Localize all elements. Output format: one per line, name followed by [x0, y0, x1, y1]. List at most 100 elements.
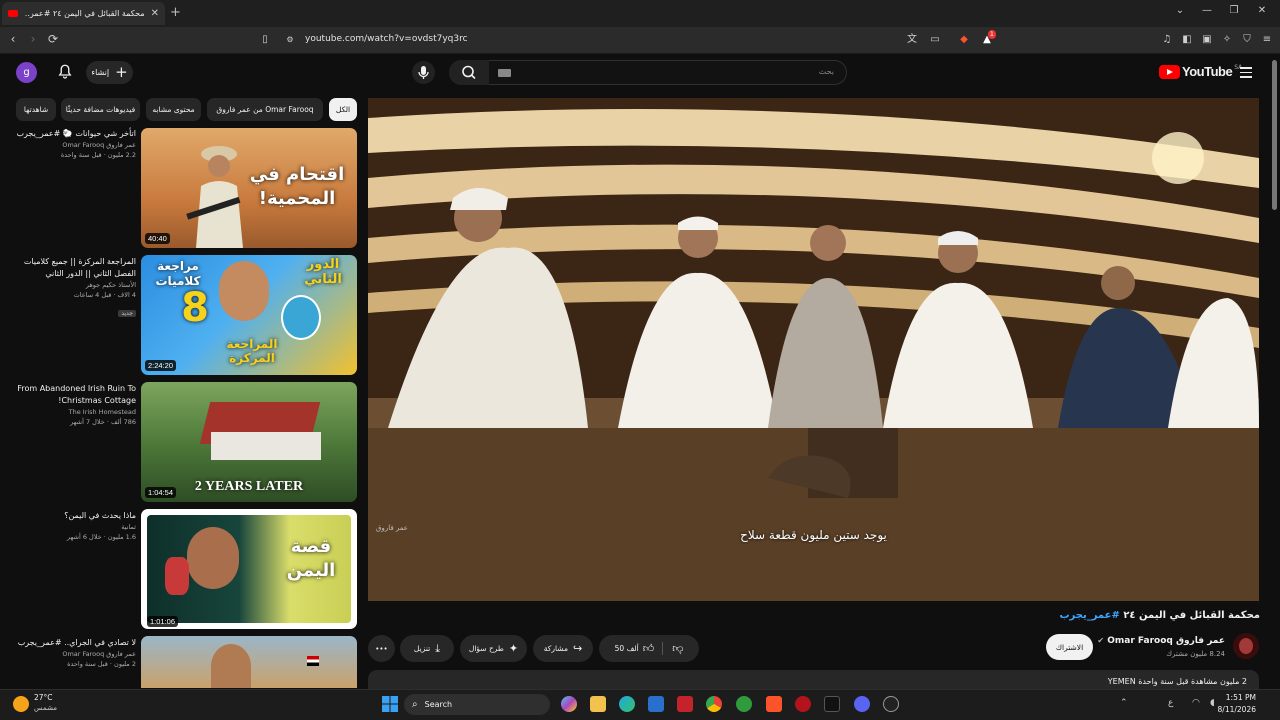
- thumbs-up-icon: 👍︎: [642, 642, 655, 655]
- clock-date[interactable]: 8/11/2026: [1218, 705, 1256, 714]
- tab-search-icon[interactable]: ⌄: [1170, 5, 1190, 16]
- sun-weather-icon[interactable]: [13, 696, 29, 712]
- rec-meta[interactable]: From Abandoned Irish Ruin To Christmas C…: [8, 383, 136, 427]
- rec-channel[interactable]: عمر فاروق Omar Farooq: [8, 649, 136, 659]
- youtube-logo[interactable]: YouTube SA: [1159, 64, 1242, 79]
- restore-icon[interactable]: ❐: [1224, 5, 1244, 16]
- cast-icon[interactable]: ▭: [928, 33, 942, 47]
- rec-meta[interactable]: ماذا يحدث في اليمن؟ ثمانية 1.6 مليون · خ…: [8, 510, 136, 542]
- minimize-icon[interactable]: —: [1197, 5, 1217, 16]
- chip-from-channel[interactable]: من عمر فاروق Omar Farooq: [207, 98, 323, 121]
- back-icon[interactable]: ‹: [5, 32, 21, 46]
- brave-shield-icon[interactable]: ◆: [957, 33, 971, 47]
- bookmark-icon[interactable]: ▯: [258, 33, 272, 47]
- chrome-icon[interactable]: [706, 696, 722, 712]
- clock-time[interactable]: 1:51 PM: [1226, 693, 1256, 702]
- like-count: 50 ألف: [614, 644, 639, 653]
- download-button[interactable]: تنزيل ⤓: [400, 635, 454, 662]
- search-input[interactable]: بحث: [449, 60, 847, 85]
- ask-button[interactable]: طرح سؤال ✦: [460, 635, 527, 662]
- brave-icon[interactable]: [766, 696, 782, 712]
- show-hidden-icons-icon[interactable]: ⌃: [1120, 698, 1128, 708]
- rec-title[interactable]: From Abandoned Irish Ruin To Christmas C…: [8, 383, 136, 407]
- channel-avatar[interactable]: [1233, 633, 1259, 659]
- chip-all[interactable]: الكل: [329, 98, 357, 121]
- share-button[interactable]: مشاركة ↪: [533, 635, 593, 662]
- discord-icon[interactable]: [854, 696, 870, 712]
- edge-icon[interactable]: [619, 696, 635, 712]
- brave-rewards-icon[interactable]: ▲ 1: [980, 30, 996, 47]
- windows-start-icon[interactable]: [382, 696, 398, 712]
- volume-icon[interactable]: ◖: [1210, 698, 1215, 708]
- file-explorer-icon[interactable]: [590, 696, 606, 712]
- forward-icon[interactable]: ›: [25, 32, 41, 46]
- chip-related[interactable]: محتوى مشابه: [146, 98, 201, 121]
- rec-title[interactable]: اتأخر شي حيوانات 🐑 #عمر_يجرب: [8, 128, 136, 140]
- language-icon[interactable]: ع: [1168, 698, 1173, 708]
- weather-temperature[interactable]: 27°C: [34, 693, 53, 702]
- notifications-bell-icon[interactable]: [56, 63, 74, 81]
- rec-meta[interactable]: اتأخر شي حيوانات 🐑 #عمر_يجرب عمر فاروق O…: [8, 128, 136, 160]
- translate-icon[interactable]: 文: [905, 33, 919, 47]
- taskbar-search[interactable]: ⌕ Search: [404, 694, 550, 715]
- rec-meta[interactable]: لا تصادي في الجراي.. #عمر_يجرب عمر فاروق…: [8, 637, 136, 669]
- rec-thumbnail[interactable]: قصة اليمن 1:01:06: [141, 509, 357, 629]
- rec-thumbnail[interactable]: 2 YEARS LATER 1:04:54: [141, 382, 357, 502]
- video-player[interactable]: عمر فاروق يوجد ستين مليون قطعة سلاح: [368, 98, 1259, 601]
- account-avatar[interactable]: g: [16, 62, 37, 83]
- rec-title[interactable]: لا تصادي في الجراي.. #عمر_يجرب: [8, 637, 136, 649]
- guide-menu-icon[interactable]: [1240, 67, 1252, 81]
- dislike-button[interactable]: 👎︎: [668, 642, 683, 655]
- rec-thumbnail[interactable]: [141, 636, 357, 688]
- app-icon[interactable]: [795, 696, 811, 712]
- voice-search-icon[interactable]: [412, 61, 435, 84]
- taskbar-search-label: Search: [424, 700, 453, 709]
- create-button[interactable]: إنشاء +: [86, 61, 133, 84]
- sidebar-icon[interactable]: ◧: [1180, 33, 1194, 47]
- url-field[interactable]: youtube.com/watch?v=ovdst7yq3rc: [305, 34, 468, 44]
- keyboard-icon[interactable]: [498, 69, 511, 77]
- page-scrollbar[interactable]: [1272, 60, 1277, 210]
- rec-channel[interactable]: The Irish Homestead: [8, 407, 136, 417]
- new-tab-icon[interactable]: +: [170, 5, 181, 20]
- more-actions-button[interactable]: •••: [368, 635, 395, 662]
- search-button[interactable]: [449, 60, 489, 85]
- reload-icon[interactable]: ⟳: [45, 32, 61, 46]
- xbox-icon[interactable]: [736, 696, 752, 712]
- channel-name-text[interactable]: عمر فاروق Omar Farooq: [1107, 636, 1225, 646]
- leo-ai-icon[interactable]: ✧: [1220, 33, 1234, 47]
- rec-stats: 1.6 مليون · خلال 6 أشهر: [66, 533, 136, 541]
- rec-meta[interactable]: المراجعة المركزة || جميع كلاميات الفصل ا…: [8, 256, 136, 319]
- browser-tab[interactable]: محكمة القبائل في اليمن ٢٤ #عمر... ✕: [2, 2, 165, 25]
- thumbnail-house-graphic: [211, 432, 321, 460]
- store-icon[interactable]: [648, 696, 664, 712]
- wifi-icon[interactable]: ◠: [1192, 698, 1200, 708]
- chip-recently-uploaded[interactable]: فيديوهات مضافة حديثًا: [61, 98, 140, 121]
- sparkle-icon: ✦: [508, 642, 519, 655]
- video-hashtag[interactable]: #عمر_يجرب: [1059, 610, 1119, 621]
- subscribe-button[interactable]: الاشتراك: [1046, 634, 1093, 660]
- like-button[interactable]: 50 ألف 👍︎: [615, 642, 664, 655]
- media-icon[interactable]: ♫: [1160, 33, 1174, 47]
- vpn-icon[interactable]: ⛉: [1240, 33, 1254, 47]
- tab-close-icon[interactable]: ✕: [151, 8, 159, 19]
- rec-channel[interactable]: الأستاذ حكيم جوهر: [8, 280, 136, 290]
- rec-channel[interactable]: ثمانية: [8, 522, 136, 532]
- rec-channel[interactable]: عمر فاروق Omar Farooq: [8, 140, 136, 150]
- rec-title[interactable]: المراجعة المركزة || جميع كلاميات الفصل ا…: [8, 256, 136, 280]
- copilot-icon[interactable]: [561, 696, 577, 712]
- wallet-icon[interactable]: ▣: [1200, 33, 1214, 47]
- github-icon[interactable]: [883, 696, 899, 712]
- acrobat-icon[interactable]: [677, 696, 693, 712]
- rec-thumbnail[interactable]: الدور الثاني مراجعة كلاميات 8 المراجعة ا…: [141, 255, 357, 375]
- menu-icon[interactable]: ≡: [1260, 33, 1274, 47]
- search-icon: ⌕: [412, 699, 418, 710]
- thumbnail-region-graphic: [165, 557, 189, 595]
- channel-name[interactable]: عمر فاروق Omar Farooq ✔: [1097, 636, 1225, 646]
- rec-thumbnail[interactable]: اقتحام في المحمية! 40:40: [141, 128, 357, 248]
- site-info-icon[interactable]: ⚙: [283, 33, 297, 47]
- chip-watched[interactable]: شاهدتها: [16, 98, 56, 121]
- terminal-icon[interactable]: [824, 696, 840, 712]
- rec-title[interactable]: ماذا يحدث في اليمن؟: [8, 510, 136, 522]
- close-window-icon[interactable]: ✕: [1252, 5, 1272, 16]
